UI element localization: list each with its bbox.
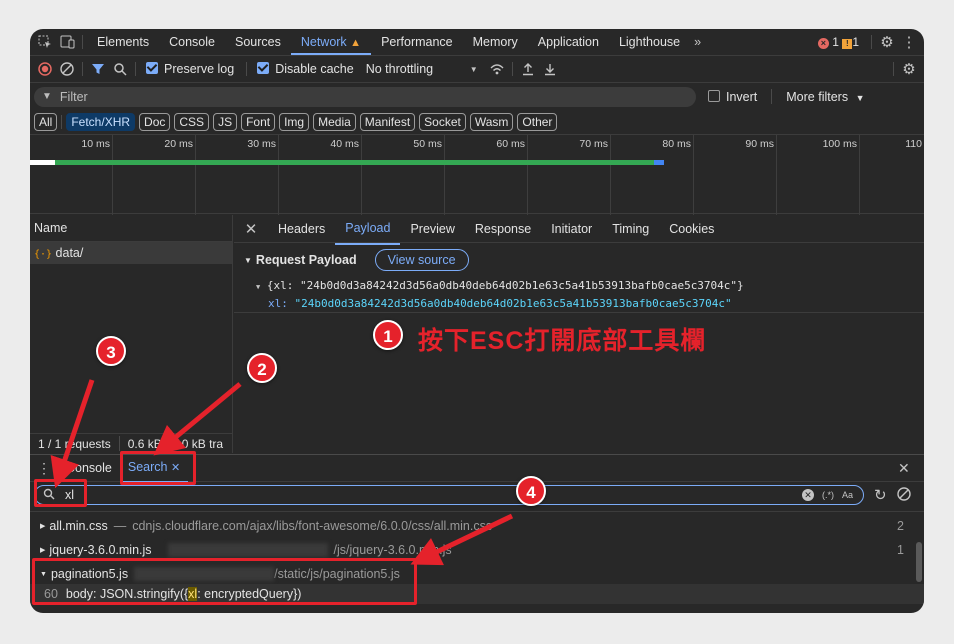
arrow-4: [410, 513, 514, 566]
annotation-arrows: [50, 379, 514, 566]
arrow-3: [50, 379, 95, 489]
arrow-2: [153, 382, 242, 456]
